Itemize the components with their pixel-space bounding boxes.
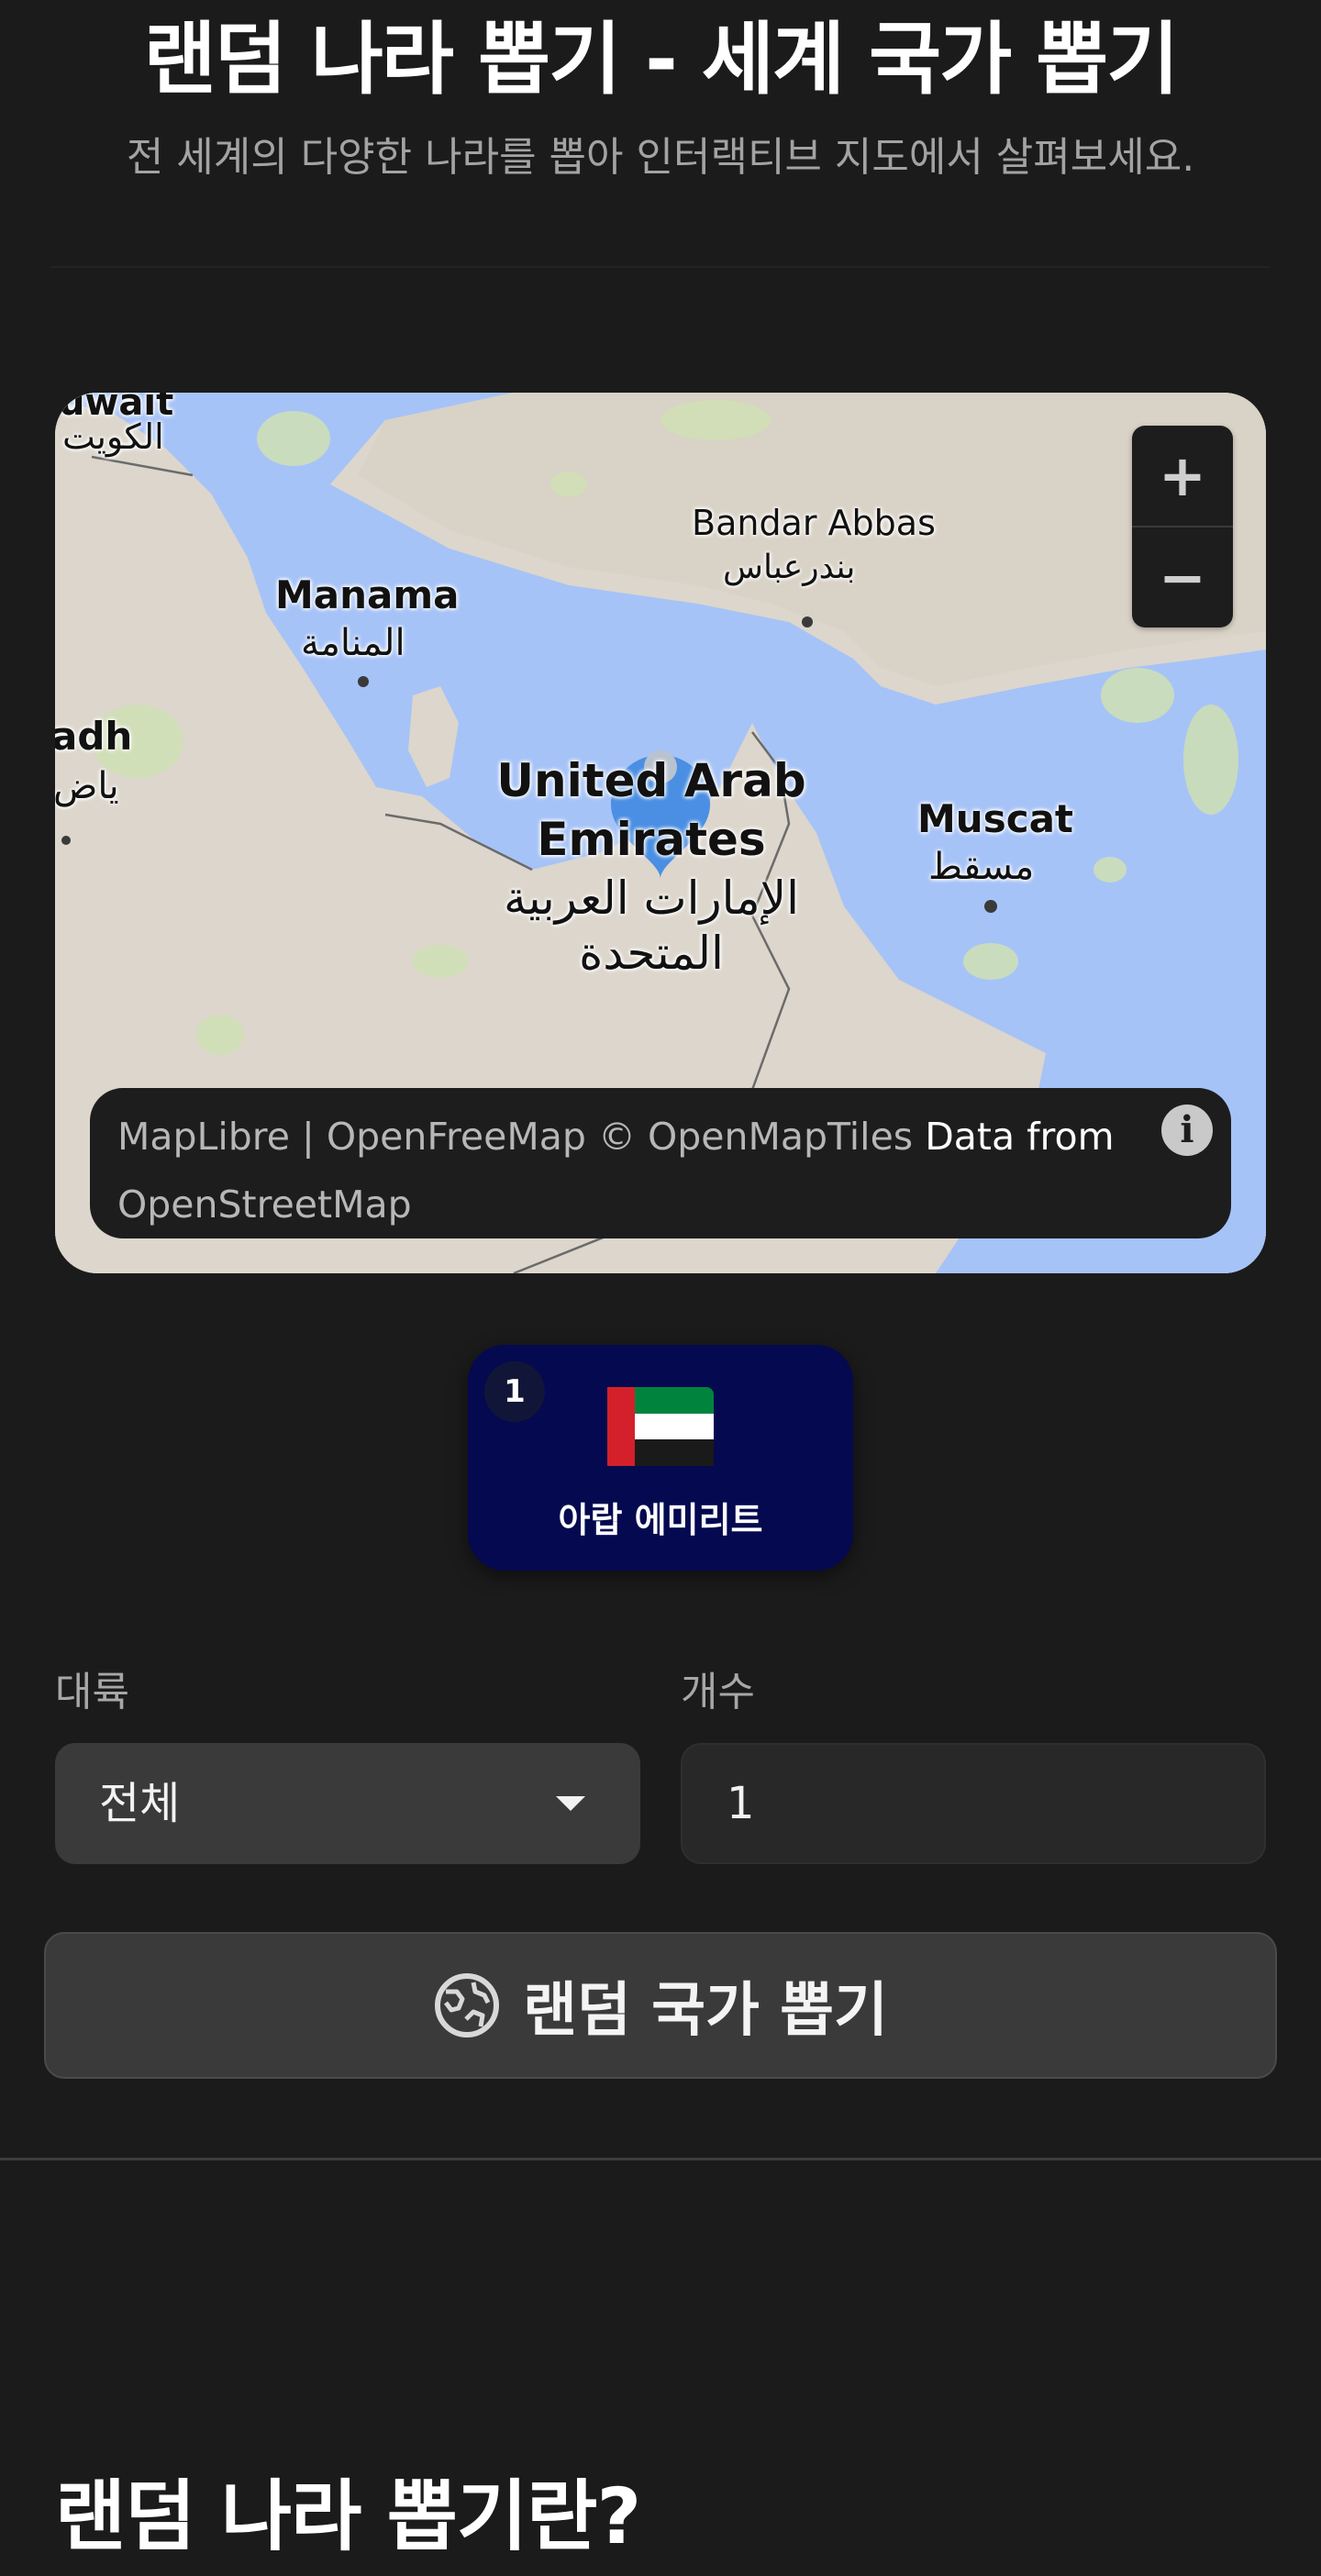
zoom-control: + − (1132, 426, 1233, 627)
info-icon[interactable]: i (1161, 1105, 1213, 1156)
about-section-title: 랜덤 나라 뽑기란? (55, 2471, 641, 2561)
map-label-riyadh-ar: ياض (55, 765, 119, 807)
count-label: 개수 (681, 1669, 755, 1715)
continent-select-value: 전체 (99, 1778, 181, 1829)
map-label-manama-ar: المنامة (301, 622, 405, 664)
map-label-riyadh: adh (55, 714, 133, 759)
interactive-map[interactable]: uwait الكويت Manama المنامة adh ياض Band… (55, 393, 1266, 1273)
count-input-value: 1 (727, 1778, 755, 1829)
map-attribution: MapLibre | OpenFreeMap © OpenMapTiles Da… (90, 1088, 1231, 1238)
attribution-data-from: Data from (913, 1115, 1115, 1159)
caret-down-icon (556, 1796, 585, 1811)
count-input[interactable]: 1 (681, 1743, 1266, 1864)
map-label-manama: Manama (275, 572, 460, 617)
map-label-bandar-abbas: Bandar Abbas (692, 503, 936, 543)
attribution-openmaptiles-link[interactable]: © OpenMapTiles (586, 1115, 913, 1159)
random-pick-button[interactable]: 랜덤 국가 뽑기 (44, 1932, 1277, 2079)
random-pick-button-label: 랜덤 국가 뽑기 (523, 1977, 888, 2045)
page-title: 랜덤 나라 뽑기 - 세계 국가 뽑기 (143, 14, 1180, 105)
result-country-name: 아랍 에미리트 (558, 1500, 763, 1540)
result-card-uae[interactable]: 1 아랍 에미리트 (468, 1345, 853, 1571)
page-subtitle: 전 세계의 다양한 나라를 뽑아 인터랙티브 지도에서 살펴보세요. (126, 134, 1195, 181)
map-label-bandar-abbas-ar: بندرعباس (723, 549, 856, 586)
page: 랜덤 나라 뽑기 - 세계 국가 뽑기 전 세계의 다양한 나라를 뽑아 인터랙… (0, 0, 1321, 2576)
zoom-out-button[interactable]: − (1132, 527, 1233, 627)
attribution-maplibre-link[interactable]: MapLibre (117, 1115, 290, 1159)
map-label-uae-ar-line1: الإمارات العربية (503, 872, 800, 925)
map-label-muscat: Muscat (917, 796, 1074, 841)
map-label-uae-line1: United Arab (496, 754, 806, 807)
zoom-in-button[interactable]: + (1132, 426, 1233, 526)
continent-label: 대륙 (55, 1669, 129, 1715)
attribution-openfreemap-link[interactable]: OpenFreeMap (327, 1115, 586, 1159)
continent-select[interactable]: 전체 (55, 1743, 640, 1864)
globe-icon (435, 1973, 500, 2037)
map-label-muscat-ar: مسقط (928, 846, 1035, 888)
section-divider (0, 2158, 1321, 2160)
uae-flag-icon (607, 1387, 714, 1466)
header-divider (50, 266, 1271, 268)
attribution-sep: | (289, 1115, 327, 1159)
attribution-osm-link[interactable]: OpenStreetMap (117, 1183, 412, 1227)
map-label-uae-ar-line2: المتحدة (579, 927, 724, 980)
result-index-badge: 1 (484, 1361, 545, 1422)
map-label-kuwait-ar: الكويت (62, 416, 164, 457)
map-label-uae-line2: Emirates (537, 813, 766, 866)
